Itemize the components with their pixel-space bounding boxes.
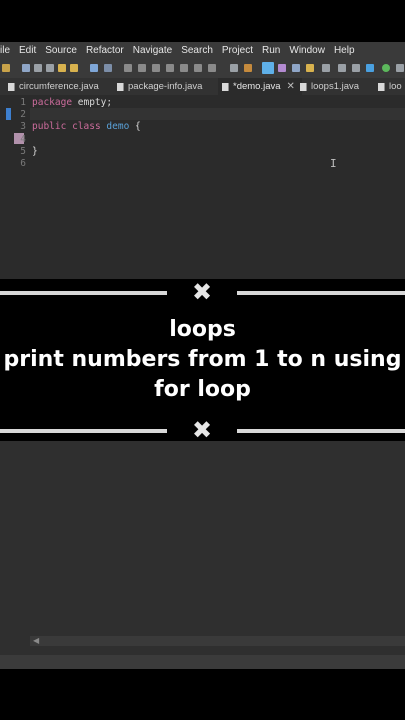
step-over-icon[interactable]	[194, 64, 202, 72]
run-dropdown-icon[interactable]	[396, 64, 404, 72]
tab-label: *demo.java	[233, 81, 281, 92]
divider-line-bottom-right	[237, 429, 405, 433]
java-file-icon	[222, 82, 229, 91]
scroll-left-icon[interactable]: ◀	[33, 636, 39, 646]
previous-annotation-icon[interactable]	[292, 64, 300, 72]
tab-label: circumference.java	[19, 81, 99, 92]
line-number: 2	[20, 109, 26, 120]
tab-label: loops1.java	[311, 81, 360, 92]
java-file-icon	[117, 82, 124, 91]
video-caption: loops print numbers from 1 to n using fo…	[0, 315, 405, 405]
show-whitespace-icon[interactable]	[104, 64, 112, 72]
status-bar	[0, 655, 405, 669]
save-all-icon[interactable]	[34, 64, 42, 72]
close-x-icon: ✖	[191, 416, 213, 444]
horizontal-scrollbar[interactable]	[30, 636, 405, 646]
menu-help[interactable]: Help	[325, 45, 355, 56]
menu-source[interactable]: Source	[36, 45, 77, 56]
caption-line-1: loops	[169, 317, 236, 342]
menu-project[interactable]: Project	[213, 45, 253, 56]
forward-icon[interactable]	[338, 64, 346, 72]
line-number: 1	[20, 97, 26, 108]
class-name: demo	[106, 121, 130, 132]
menu-window[interactable]: Window	[280, 45, 325, 56]
keyword-public: public	[32, 121, 67, 132]
step-into-icon[interactable]	[180, 64, 188, 72]
open-type-icon[interactable]	[58, 64, 66, 72]
close-tab-icon[interactable]: ✕	[287, 81, 295, 92]
open-brace: {	[129, 121, 141, 132]
toolbar	[0, 59, 405, 78]
code-line-5[interactable]: }	[32, 146, 38, 157]
java-file-icon	[8, 82, 15, 91]
tab-package-info[interactable]: package-info.java	[117, 78, 202, 95]
line-number: 5	[20, 146, 26, 157]
step-return-icon[interactable]	[208, 64, 216, 72]
terminate-icon[interactable]	[152, 64, 160, 72]
resume-icon[interactable]	[124, 64, 132, 72]
package-name: empty;	[72, 97, 113, 108]
open-resource-icon[interactable]	[70, 64, 78, 72]
tab-label: package-info.java	[128, 81, 203, 92]
keyword-package: package	[32, 97, 73, 108]
toggle-mark-icon[interactable]	[90, 64, 98, 72]
change-marker	[6, 108, 11, 120]
caption-line-2: print numbers from 1 to n using	[3, 347, 402, 372]
pin-icon[interactable]	[352, 64, 360, 72]
current-line-highlight	[30, 108, 405, 120]
menu-run[interactable]: Run	[253, 45, 280, 56]
menu-refactor[interactable]: Refactor	[77, 45, 124, 56]
suspend-icon[interactable]	[138, 64, 146, 72]
tab-circumference[interactable]: circumference.java	[8, 78, 99, 95]
code-line-3[interactable]: public class demo {	[32, 121, 141, 132]
divider-line-top-left	[0, 291, 167, 295]
new-file-icon[interactable]	[2, 64, 10, 72]
line-number: 4	[20, 134, 26, 145]
ide-bottom-panel	[0, 441, 405, 669]
close-x-icon: ✖	[191, 278, 213, 306]
debug-icon[interactable]	[366, 64, 374, 72]
editor-tab-bar: circumference.java package-info.java *de…	[0, 78, 405, 95]
tab-loops1[interactable]: loops1.java	[300, 78, 359, 95]
divider-line-bottom-left	[0, 429, 167, 433]
caption-line-3: for loop	[154, 377, 251, 402]
run-icon[interactable]	[382, 64, 390, 72]
menu-edit[interactable]: Edit	[10, 45, 36, 56]
last-edit-icon[interactable]	[306, 64, 314, 72]
disconnect-icon[interactable]	[166, 64, 174, 72]
line-number: 6	[20, 158, 26, 169]
code-line-1[interactable]: package empty;	[32, 97, 112, 108]
divider-line-top-right	[237, 291, 405, 295]
java-file-icon	[378, 82, 385, 91]
text-cursor-icon: I	[330, 157, 337, 170]
back-icon[interactable]	[322, 64, 330, 72]
java-file-icon	[300, 82, 307, 91]
print-icon[interactable]	[46, 64, 54, 72]
tab-loops-overflow[interactable]: loo	[378, 78, 402, 95]
menu-file[interactable]: ile	[0, 45, 10, 56]
next-annotation-icon[interactable]	[278, 64, 286, 72]
tab-label: loo	[389, 81, 402, 92]
menu-navigate[interactable]: Navigate	[124, 45, 172, 56]
external-tools-icon[interactable]	[244, 64, 252, 72]
menu-search[interactable]: Search	[172, 45, 213, 56]
open-console-icon[interactable]	[230, 64, 238, 72]
tab-demo[interactable]: *demo.java ✕	[218, 78, 302, 95]
keyword-class: class	[72, 121, 101, 132]
save-icon[interactable]	[22, 64, 30, 72]
menu-bar: ile Edit Source Refactor Navigate Search…	[0, 42, 405, 59]
line-number: 3	[20, 121, 26, 132]
highlight-icon[interactable]	[262, 62, 274, 74]
